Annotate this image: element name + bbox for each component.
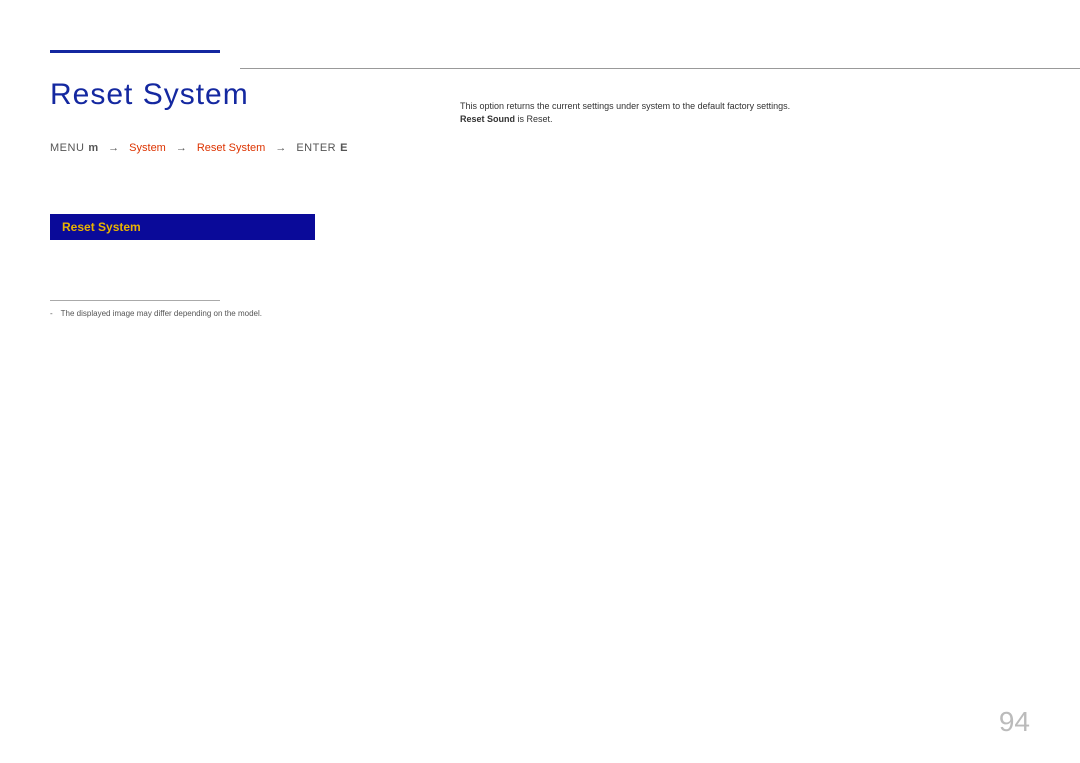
arrow-icon: → [108, 142, 119, 154]
description-block: This option returns the current settings… [460, 100, 880, 125]
breadcrumb: MENU m → System → Reset System → ENTER E [50, 142, 1030, 154]
breadcrumb-menu-label: MENU [50, 142, 84, 154]
enter-icon: E [340, 142, 347, 154]
accent-bar [50, 50, 220, 53]
menu-icon: m [88, 142, 98, 154]
description-rest: is Reset. [515, 114, 553, 124]
description-line1: This option returns the current settings… [460, 100, 880, 113]
breadcrumb-item-reset: Reset System [197, 142, 265, 154]
arrow-icon: → [275, 142, 286, 154]
description-line2: Reset Sound is Reset. [460, 113, 880, 126]
menu-item-selected: Reset System [50, 214, 315, 240]
page-number: 94 [999, 706, 1030, 738]
footnote-text: The displayed image may differ depending… [61, 309, 262, 319]
footnote-divider [50, 300, 220, 301]
description-bold: Reset Sound [460, 114, 515, 124]
footnote-dash: - [50, 309, 53, 319]
footnote: - The displayed image may differ dependi… [50, 309, 1030, 319]
top-divider [240, 68, 1080, 69]
arrow-icon: → [176, 142, 187, 154]
breadcrumb-item-system: System [129, 142, 166, 154]
menu-preview: Reset System [50, 214, 315, 240]
breadcrumb-enter-label: ENTER [296, 142, 336, 154]
